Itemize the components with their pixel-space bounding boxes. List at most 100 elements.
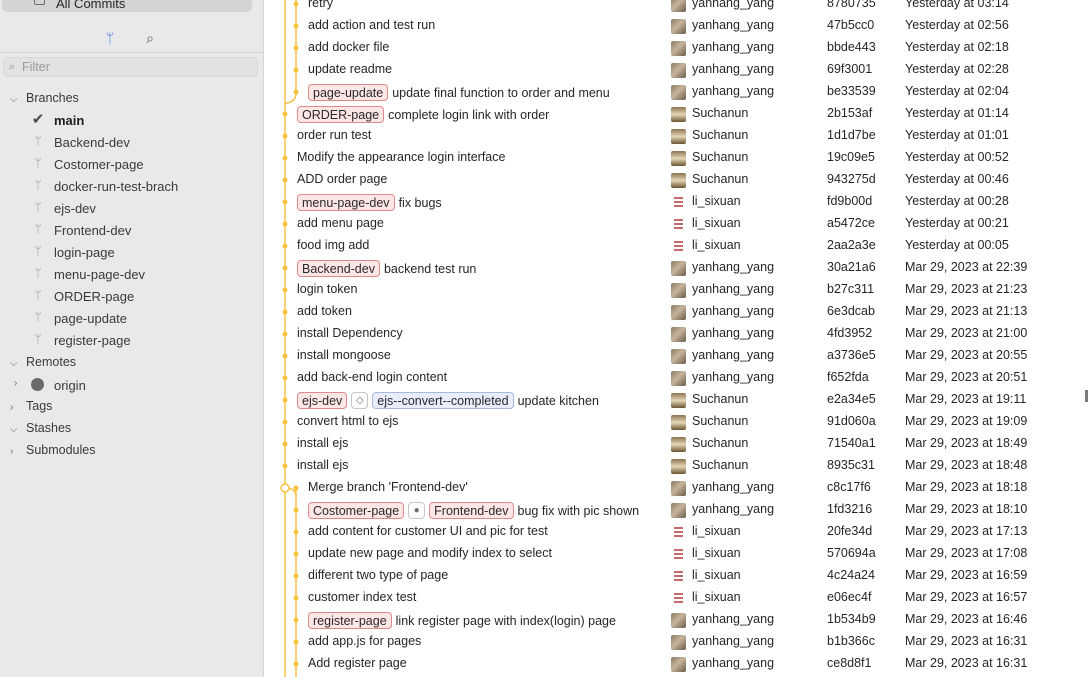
commit-row[interactable]: Merge branch 'Frontend-dev' yanhang_yang c… bbox=[266, 477, 1088, 499]
commit-date: Mar 29, 2023 at 18:49 bbox=[905, 436, 1028, 450]
commit-message: ADD order page bbox=[297, 172, 388, 186]
commit-message: retry bbox=[308, 0, 333, 10]
commit-author: li_sixuan bbox=[692, 216, 741, 230]
commit-sha: 30a21a6 bbox=[827, 260, 876, 274]
commit-author: yanhang_yang bbox=[692, 62, 775, 76]
branch-ref-badge[interactable]: page-update bbox=[308, 84, 389, 101]
search-icon: ⌕ bbox=[9, 61, 16, 73]
avatar bbox=[671, 481, 686, 496]
section-submodules[interactable]: › Submodules bbox=[10, 443, 96, 461]
branch-tab-icon[interactable]: ᛘ bbox=[100, 28, 120, 48]
commit-date: Mar 29, 2023 at 16:46 bbox=[905, 612, 1028, 626]
branch-ref-badge[interactable]: Frontend-dev bbox=[429, 502, 514, 519]
commit-row[interactable]: Costomer-page ● Frontend-dev bug fix with p… bbox=[266, 499, 1088, 521]
commit-row[interactable]: food img add li_sixuan 2aa2a3e Yesterday at… bbox=[266, 235, 1088, 257]
avatar bbox=[671, 503, 686, 518]
commit-message-cell: different two type of page bbox=[308, 568, 448, 582]
commit-row[interactable]: retry yanhang_yang 8780735 Yesterday at 03:… bbox=[266, 0, 1088, 15]
branch-ref-badge[interactable]: ejs--convert--completed bbox=[372, 392, 514, 409]
commit-message: add back-end login content bbox=[297, 370, 448, 384]
commit-row[interactable]: Add register page yanhang_yang ce8d8f1 Mar … bbox=[266, 653, 1088, 675]
branch-label: register-page bbox=[54, 333, 131, 348]
branch-ref-badge[interactable]: register-page bbox=[308, 612, 392, 629]
commit-row[interactable]: Backend-dev backend test run yanhang_yang 3… bbox=[266, 257, 1088, 279]
commit-date: Mar 29, 2023 at 17:08 bbox=[905, 546, 1028, 560]
commit-row[interactable]: add back-end login content yanhang_yang f6… bbox=[266, 367, 1088, 389]
github-icon: ● bbox=[408, 502, 426, 519]
commit-sha: a5472ce bbox=[827, 216, 875, 230]
commit-row[interactable]: add docker file yanhang_yang bbde443 Yester… bbox=[266, 37, 1088, 59]
commit-date: Mar 29, 2023 at 19:11 bbox=[905, 392, 1027, 406]
commit-date: Mar 29, 2023 at 18:10 bbox=[905, 502, 1028, 516]
chevron-right-icon: › bbox=[14, 378, 18, 389]
commit-message: add docker file bbox=[308, 40, 390, 54]
commit-row[interactable]: convert html to ejs Suchanun 91d060a Mar 29… bbox=[266, 411, 1088, 433]
commit-row[interactable]: add content for customer UI and pic for … bbox=[266, 521, 1088, 543]
commit-row[interactable]: order run test Suchanun 1d1d7be Yesterday a… bbox=[266, 125, 1088, 147]
commit-row[interactable]: ejs-dev ◇ ejs--convert--completed update ki… bbox=[266, 389, 1088, 411]
commit-row[interactable]: register-page link register page with ind… bbox=[266, 609, 1088, 631]
commit-row[interactable]: different two type of page li_sixuan 4c24a… bbox=[266, 565, 1088, 587]
section-stashes[interactable]: ⌵ Stashes bbox=[10, 421, 71, 439]
commit-date: Mar 29, 2023 at 21:23 bbox=[905, 282, 1028, 296]
commit-row[interactable]: update readme yanhang_yang 69f3001 Yesterda… bbox=[266, 59, 1088, 81]
commit-row[interactable]: Modify the appearance login interface Suc… bbox=[266, 147, 1088, 169]
commit-date: Yesterday at 02:04 bbox=[905, 84, 1009, 98]
commit-date: Yesterday at 00:52 bbox=[905, 150, 1009, 164]
section-branches[interactable]: ⌵ Branches bbox=[10, 91, 79, 109]
commit-row[interactable]: ADD order page Suchanun 943275d Yesterday a… bbox=[266, 169, 1088, 191]
commit-row[interactable]: add token yanhang_yang 6e3dcab Mar 29, 2023… bbox=[266, 301, 1088, 323]
commit-row[interactable]: menu-page-dev fix bugs li_sixuan fd9b00d Yes… bbox=[266, 191, 1088, 213]
commit-message-cell: order run test bbox=[297, 128, 371, 142]
commit-message-cell: install ejs bbox=[297, 436, 348, 450]
commit-author: yanhang_yang bbox=[692, 304, 775, 318]
commit-row[interactable]: login token yanhang_yang b27c311 Mar 29, 20… bbox=[266, 279, 1088, 301]
commit-date: Mar 29, 2023 at 18:18 bbox=[905, 480, 1028, 494]
commit-author: yanhang_yang bbox=[692, 348, 775, 362]
commit-row[interactable]: install ejs Suchanun 71540a1 Mar 29, 2023 a… bbox=[266, 433, 1088, 455]
branch-ref-badge[interactable]: ORDER-page bbox=[297, 106, 385, 123]
search-tab-icon[interactable]: ⌕ bbox=[140, 28, 160, 48]
branch-label: ejs-dev bbox=[54, 201, 96, 216]
commit-message-cell: page-update update final function to orde… bbox=[308, 84, 610, 101]
commit-row[interactable]: add action and test run yanhang_yang 47b5c… bbox=[266, 15, 1088, 37]
commit-author: Suchanun bbox=[692, 414, 749, 428]
commit-row[interactable]: ORDER-page complete login link with order… bbox=[266, 103, 1088, 125]
commit-row[interactable]: add menu page li_sixuan a5472ce Yesterday a… bbox=[266, 213, 1088, 235]
commit-row[interactable]: install Dependency yanhang_yang 4fd3952 Mar… bbox=[266, 323, 1088, 345]
commit-message-cell: add token bbox=[297, 304, 352, 318]
avatar bbox=[671, 327, 686, 342]
section-remotes[interactable]: ⌵ Remotes bbox=[10, 355, 76, 373]
commit-sha: 91d060a bbox=[827, 414, 876, 428]
all-commits-item[interactable]: All Commits bbox=[2, 0, 252, 12]
branch-ref-badge[interactable]: ejs-dev bbox=[297, 392, 348, 409]
commit-row[interactable]: update new page and modify index to sele… bbox=[266, 543, 1088, 565]
commit-row[interactable]: page-update update final function to orde… bbox=[266, 81, 1088, 103]
commit-row[interactable]: install ejs Suchanun 8935c31 Mar 29, 2023 a… bbox=[266, 455, 1088, 477]
commit-message-cell: update readme bbox=[308, 62, 392, 76]
avatar bbox=[671, 107, 686, 122]
branch-ref-badge[interactable]: menu-page-dev bbox=[297, 194, 395, 211]
commit-row[interactable]: customer index test li_sixuan e06ec4f Mar 2… bbox=[266, 587, 1088, 609]
commit-message: install ejs bbox=[297, 436, 349, 450]
commit-author: Suchanun bbox=[692, 458, 749, 472]
commit-sha: 8780735 bbox=[827, 0, 876, 10]
branch-icon: ᛘ bbox=[34, 266, 42, 280]
commit-message-cell: add action and test run bbox=[308, 18, 435, 32]
avatar bbox=[671, 437, 686, 452]
commit-message: login token bbox=[297, 282, 358, 296]
commit-message-cell: menu-page-dev fix bugs bbox=[297, 194, 442, 211]
commit-row[interactable]: install mongoose yanhang_yang a3736e5 Mar 2… bbox=[266, 345, 1088, 367]
branch-ref-badge[interactable]: Backend-dev bbox=[297, 260, 380, 277]
filter-field[interactable]: ⌕ bbox=[3, 57, 258, 77]
commit-row[interactable]: add app.js for pages yanhang_yang b1b366c M… bbox=[266, 631, 1088, 653]
branch-icon: ᛘ bbox=[34, 288, 42, 302]
commit-sha: bbde443 bbox=[827, 40, 876, 54]
branch-ref-badge[interactable]: Costomer-page bbox=[308, 502, 405, 519]
section-tags[interactable]: › Tags bbox=[10, 399, 52, 417]
commit-date: Mar 29, 2023 at 18:48 bbox=[905, 458, 1028, 472]
branch-icon: ᛘ bbox=[34, 156, 42, 170]
avatar bbox=[671, 173, 686, 188]
commit-message: customer index test bbox=[308, 590, 417, 604]
filter-input[interactable] bbox=[22, 59, 252, 75]
